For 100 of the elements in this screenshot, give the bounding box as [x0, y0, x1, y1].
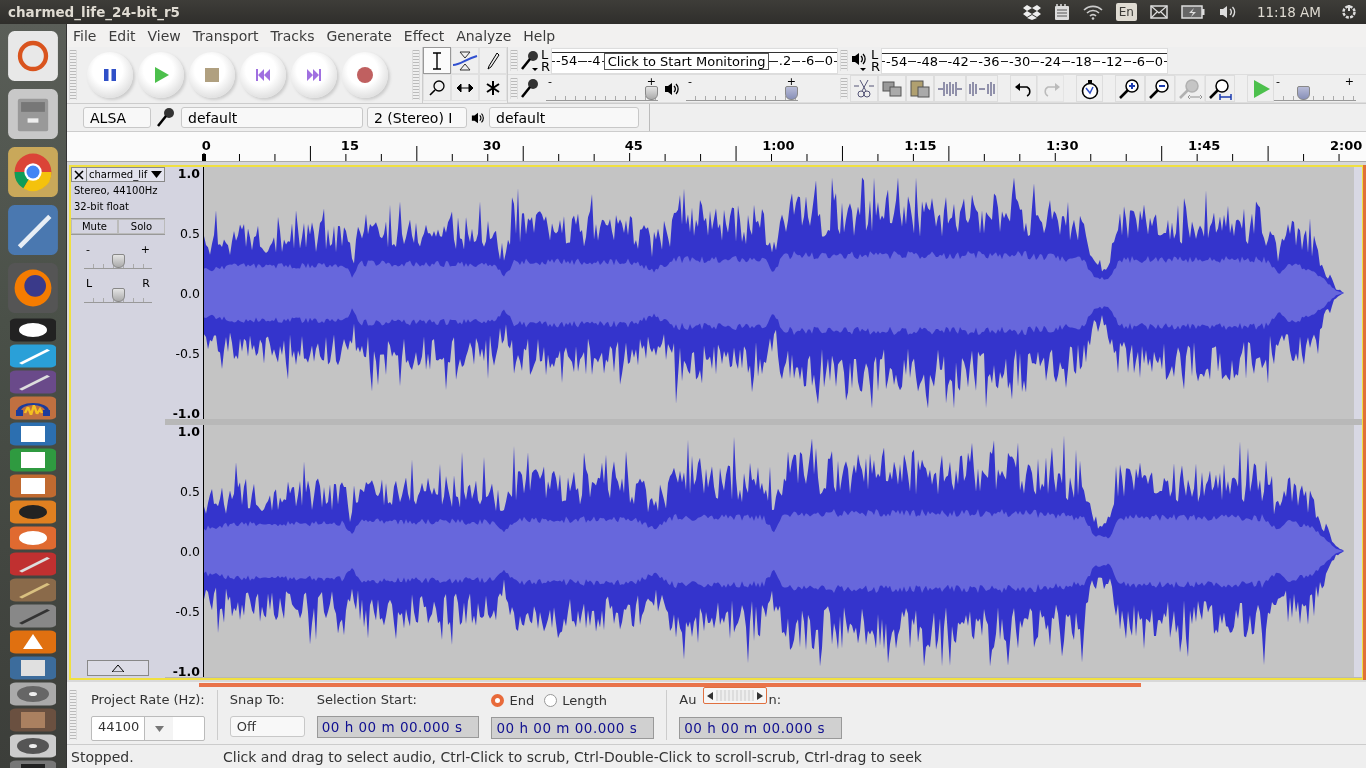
menu-item[interactable]: Transport	[186, 27, 265, 44]
box-icon[interactable]	[1022, 4, 1041, 20]
collapse-button[interactable]	[87, 660, 149, 676]
menu-item[interactable]: Effect	[397, 27, 451, 44]
recording-channels-dropdown[interactable]: 2 (Stereo) I	[367, 107, 467, 128]
skip-end-button[interactable]	[291, 52, 337, 98]
clock[interactable]: 11:18 AM	[1256, 4, 1321, 20]
toolbar-grip[interactable]	[69, 690, 77, 740]
app-icon[interactable]	[7, 204, 59, 256]
copy-button[interactable]	[878, 75, 906, 102]
paste-button[interactable]	[906, 75, 934, 102]
scrollbar-widget[interactable]	[703, 687, 768, 704]
undo-button[interactable]	[1010, 75, 1037, 102]
zoom-tool[interactable]	[423, 74, 451, 101]
toolbar-grip[interactable]	[840, 50, 848, 71]
app-icon[interactable]	[9, 474, 57, 498]
app-icon[interactable]	[9, 370, 57, 394]
microphone-icon	[155, 106, 177, 129]
app-icon[interactable]	[9, 526, 57, 550]
waveform-drawing[interactable]	[204, 167, 1354, 419]
slider-min-label: -	[688, 76, 692, 86]
waveform-drawing[interactable]	[204, 425, 1354, 677]
app-icon[interactable]	[9, 318, 57, 342]
track-name-menu[interactable]: charmed_lif	[87, 167, 165, 182]
fit-project-button[interactable]	[1205, 75, 1235, 102]
stop-button[interactable]	[189, 52, 235, 98]
slider-thumb[interactable]	[785, 85, 798, 100]
right-arrow-icon[interactable]	[757, 691, 764, 700]
toolbar-grip[interactable]	[412, 50, 420, 100]
menu-item[interactable]: Edit	[102, 27, 142, 44]
app-icon[interactable]	[9, 422, 57, 446]
toolbar-grip[interactable]	[69, 50, 77, 100]
slider-thumb[interactable]	[111, 254, 125, 268]
playhead-marker[interactable]	[202, 154, 206, 161]
slider-thumb[interactable]	[645, 85, 658, 100]
select-tool[interactable]	[423, 47, 451, 74]
app-icon[interactable]	[9, 344, 57, 368]
selection-end-field[interactable]: 00 h 00 m 00.000 s	[491, 717, 655, 739]
timeshift-tool[interactable]	[451, 74, 479, 101]
multi-tool[interactable]	[479, 74, 507, 101]
radio-option[interactable]: Length	[544, 692, 608, 708]
notes-icon[interactable]	[1053, 3, 1070, 21]
skip-start-button[interactable]	[240, 52, 286, 98]
audio-position-field[interactable]: 00 h 00 m 00.000 s	[679, 717, 843, 739]
toolbar-grip[interactable]	[510, 78, 518, 99]
menu-item[interactable]: Tracks	[264, 27, 321, 44]
draw-tool[interactable]	[479, 47, 507, 74]
app-icon[interactable]	[7, 146, 59, 198]
toolbar-grip[interactable]	[510, 50, 518, 71]
app-icon[interactable]	[9, 656, 57, 680]
radio-button[interactable]	[544, 693, 558, 707]
microphone-icon[interactable]	[520, 49, 540, 72]
app-icon[interactable]	[9, 682, 57, 706]
record-button[interactable]	[342, 52, 388, 98]
slider-thumb[interactable]	[111, 288, 125, 302]
menu-item[interactable]: View	[141, 27, 187, 44]
audio-host-dropdown[interactable]: ALSA	[83, 107, 151, 128]
wifi-icon[interactable]	[1082, 4, 1103, 20]
recording-meter[interactable]: -54 -4 Click to Start Monitoring .2 -6 0	[551, 47, 838, 74]
horizontal-scrollbar[interactable]	[199, 683, 1141, 687]
keyboard-indicator[interactable]: En	[1115, 3, 1137, 21]
menu-item[interactable]: Generate	[320, 27, 398, 44]
app-icon[interactable]	[9, 552, 57, 576]
vertical-scrollbar[interactable]	[1363, 165, 1366, 680]
project-rate-field[interactable]: 44100	[91, 716, 205, 741]
battery-icon[interactable]	[1180, 5, 1205, 19]
radio-option[interactable]: End	[491, 692, 535, 708]
microphone-icon[interactable]	[520, 77, 540, 100]
settings-icon[interactable]	[1340, 3, 1358, 21]
sync-button[interactable]	[1076, 75, 1103, 102]
cut-button[interactable]	[850, 75, 878, 102]
zoom-in-button[interactable]	[1115, 75, 1145, 102]
envelope-tool[interactable]	[451, 47, 479, 74]
slider-thumb[interactable]	[1296, 85, 1310, 100]
menu-item[interactable]: File	[67, 27, 103, 44]
toolbar-grip[interactable]	[840, 78, 848, 99]
playback-meter[interactable]: -54 -48 -42 -36 -30 -24 -18 -12 -6 0	[881, 47, 1168, 74]
menu-item[interactable]: Analyze	[450, 27, 518, 44]
silence-button[interactable]	[966, 75, 998, 102]
selection-start-field[interactable]: 00 h 00 m 00.000 s	[316, 716, 480, 738]
radio-button[interactable]	[491, 693, 505, 707]
zoom-out-button[interactable]	[1145, 75, 1175, 102]
timeline-ruler[interactable]: 0 15 30 45 1:00 1:15 1:30 1:45 2:00	[67, 132, 1366, 162]
scrollbar-thumb[interactable]	[716, 690, 755, 701]
snap-dropdown[interactable]: Off	[229, 716, 305, 737]
playback-device-dropdown[interactable]: default	[489, 107, 639, 128]
recording-device-dropdown[interactable]: default	[181, 107, 363, 128]
mute-button[interactable]: Mute	[71, 219, 118, 234]
time-label: 1:45	[1187, 138, 1222, 153]
app-icon[interactable]	[9, 734, 57, 758]
volume-icon[interactable]	[1217, 4, 1238, 20]
trim-button[interactable]	[934, 75, 966, 102]
left-arrow-icon[interactable]	[707, 691, 714, 700]
mail-icon[interactable]	[1149, 5, 1168, 19]
app-icon[interactable]	[9, 630, 57, 654]
solo-button[interactable]: Solo	[118, 219, 165, 234]
speaker-icon[interactable]	[664, 80, 680, 97]
menu-item[interactable]: Help	[517, 27, 562, 44]
pause-button[interactable]	[87, 52, 133, 98]
app-icon[interactable]	[9, 448, 57, 472]
